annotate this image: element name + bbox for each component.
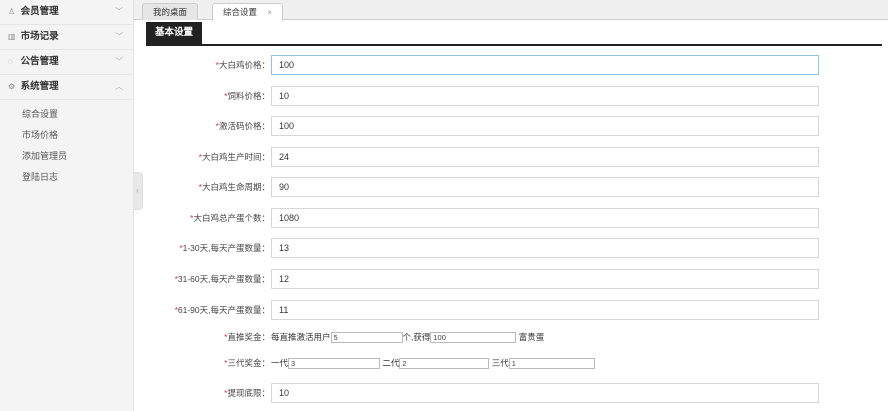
sidebar-group-label: 公告管理 bbox=[20, 56, 59, 67]
field-label-text: 31-60天,每天产蛋数量： bbox=[177, 274, 270, 284]
field-label: *1-30天,每天产蛋数量： bbox=[179, 238, 270, 258]
field-label-text: 大白鸡总产蛋个数： bbox=[193, 213, 270, 223]
gen3-bonus-input[interactable] bbox=[508, 358, 595, 370]
activation-code-price-input[interactable] bbox=[271, 116, 819, 136]
form-row: *大白鸡生命周期： bbox=[140, 177, 840, 197]
gen1-bonus-input[interactable] bbox=[288, 358, 381, 370]
chart-icon: ▥ bbox=[8, 32, 16, 41]
field-label: *激活码价格： bbox=[216, 116, 270, 136]
tier-bonus-group: 一代 二代 三代 bbox=[271, 353, 595, 373]
chevron-left-icon: ‹ bbox=[136, 186, 139, 195]
tab-general-settings[interactable]: 综合设置 × bbox=[212, 3, 284, 21]
gen2-bonus-input[interactable] bbox=[399, 358, 490, 370]
form-row: *三代奖金： 一代 二代 三代 bbox=[140, 353, 840, 373]
chat-icon: ◌ bbox=[8, 57, 13, 66]
field-label: *大白鸡生命周期： bbox=[199, 177, 270, 197]
life-cycle-input[interactable] bbox=[271, 177, 819, 197]
direct-bonus-middle: 个,获得 bbox=[402, 332, 431, 342]
field-label: *提现底限： bbox=[224, 383, 270, 403]
form-row: *1-30天,每天产蛋数量： bbox=[140, 238, 840, 258]
form-row: *大白鸡价格： bbox=[140, 55, 840, 75]
sidebar-group-label: 市场记录 bbox=[20, 31, 59, 42]
chevron-down-icon: ﹀ bbox=[115, 57, 123, 66]
tab-bar: 我的桌面 综合设置 × bbox=[134, 0, 888, 21]
close-icon[interactable]: × bbox=[267, 8, 272, 17]
field-label: *61-90天,每天产蛋数量： bbox=[175, 300, 270, 320]
field-label-text: 1-30天,每天产蛋数量： bbox=[182, 243, 270, 253]
tab-label: 我的桌面 bbox=[153, 7, 188, 17]
field-label-text: 提现底限： bbox=[227, 388, 270, 398]
eggs-day-61-90-input[interactable] bbox=[271, 300, 819, 320]
field-label-text: 大白鸡生产时间： bbox=[201, 152, 270, 162]
field-label: *大白鸡总产蛋个数： bbox=[190, 208, 270, 228]
chevron-up-icon: ︿ bbox=[115, 82, 123, 91]
field-label-text: 饲料价格： bbox=[227, 91, 270, 101]
section-header: 基本设置 bbox=[146, 22, 882, 46]
sidebar-group-system[interactable]: ⚙ 系统管理 ︿ bbox=[0, 75, 133, 100]
sidebar-item-login-log[interactable]: 登陆日志 bbox=[0, 167, 133, 188]
field-label: *大白鸡价格： bbox=[216, 55, 270, 75]
sidebar-group-members[interactable]: ♙ 会员管理 ﹀ bbox=[0, 0, 133, 25]
field-label-text: 直推奖金： bbox=[227, 332, 270, 342]
sidebar-group-label: 会员管理 bbox=[20, 6, 59, 17]
field-label: *31-60天,每天产蛋数量： bbox=[175, 269, 270, 289]
form-row: *大白鸡生产时间： bbox=[140, 147, 840, 167]
sidebar: ♙ 会员管理 ﹀ ▥ 市场记录 ﹀ ◌ 公告管理 ﹀ ⚙ 系统管理 ︿ 综合设置… bbox=[0, 0, 134, 411]
gear-icon: ⚙ bbox=[8, 82, 16, 91]
field-label-text: 61-90天,每天产蛋数量： bbox=[177, 305, 270, 315]
chicken-price-input[interactable] bbox=[271, 55, 819, 75]
eggs-day-31-60-input[interactable] bbox=[271, 269, 819, 289]
sidebar-item-market-price[interactable]: 市场价格 bbox=[0, 125, 133, 146]
field-label-text: 激活码价格： bbox=[218, 121, 270, 131]
sidebar-group-notices[interactable]: ◌ 公告管理 ﹀ bbox=[0, 50, 133, 75]
form-row: *31-60天,每天产蛋数量： bbox=[140, 269, 840, 289]
tab-label: 综合设置 bbox=[223, 7, 258, 17]
production-time-input[interactable] bbox=[271, 147, 819, 167]
direct-bonus-prefix: 每直推激活用户 bbox=[271, 332, 331, 342]
withdraw-minimum-input[interactable] bbox=[271, 383, 819, 403]
direct-reward-input[interactable] bbox=[430, 332, 517, 344]
sidebar-group-label: 系统管理 bbox=[20, 81, 59, 92]
direct-bonus-suffix: 富贵蛋 bbox=[518, 332, 545, 342]
field-label-text: 三代奖金： bbox=[227, 358, 270, 368]
feed-price-input[interactable] bbox=[271, 86, 819, 106]
field-label: *直推奖金： bbox=[224, 327, 270, 347]
user-icon: ♙ bbox=[8, 7, 16, 16]
form-row: *大白鸡总产蛋个数： bbox=[140, 208, 840, 228]
form-row: *饲料价格： bbox=[140, 86, 840, 106]
gen3-label: 三代 bbox=[491, 358, 509, 368]
sidebar-item-general-settings[interactable]: 综合设置 bbox=[0, 104, 133, 125]
direct-users-input[interactable] bbox=[330, 332, 403, 344]
form-row: *直推奖金： 每直推激活用户 个,获得 富贵蛋 bbox=[140, 327, 840, 347]
direct-bonus-group: 每直推激活用户 个,获得 富贵蛋 bbox=[271, 327, 544, 347]
field-label: *饲料价格： bbox=[224, 86, 270, 106]
field-label-text: 大白鸡生命周期： bbox=[201, 182, 270, 192]
form-row: *61-90天,每天产蛋数量： bbox=[140, 300, 840, 320]
chevron-down-icon: ﹀ bbox=[115, 32, 123, 41]
form-row: *提现底限： bbox=[140, 383, 840, 403]
field-label-text: 大白鸡价格： bbox=[218, 60, 270, 70]
total-eggs-input[interactable] bbox=[271, 208, 819, 228]
eggs-day-1-30-input[interactable] bbox=[271, 238, 819, 258]
chevron-down-icon: ﹀ bbox=[115, 7, 123, 16]
sidebar-group-market[interactable]: ▥ 市场记录 ﹀ bbox=[0, 25, 133, 50]
gen2-label: 二代 bbox=[382, 358, 400, 368]
field-label: *三代奖金： bbox=[224, 353, 270, 373]
sidebar-item-add-admin[interactable]: 添加管理员 bbox=[0, 146, 133, 167]
tab-desktop[interactable]: 我的桌面 bbox=[142, 3, 199, 20]
field-label: *大白鸡生产时间： bbox=[199, 147, 270, 167]
gen1-label: 一代 bbox=[271, 358, 289, 368]
section-title: 基本设置 bbox=[146, 22, 203, 44]
form-row: *激活码价格： bbox=[140, 116, 840, 136]
